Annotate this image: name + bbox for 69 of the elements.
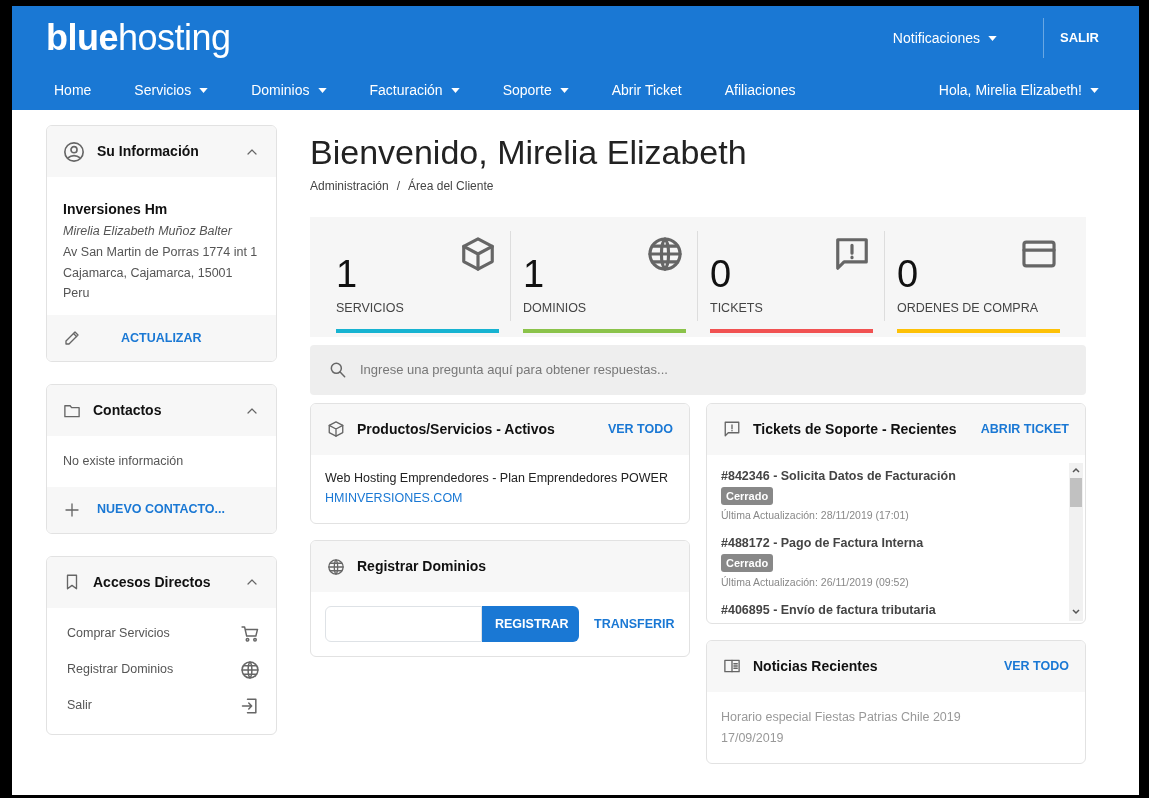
globe-icon	[327, 557, 345, 576]
user-icon	[63, 140, 85, 163]
address-line: Cajamarca, Cajamarca, 15001	[63, 264, 234, 282]
panel-title: Noticias Recientes	[753, 656, 879, 676]
update-link[interactable]: ACTUALIZAR	[121, 328, 202, 348]
search-field[interactable]: Ingrese una pregunta aquí para obtener respuestas...	[310, 344, 1086, 395]
nav-link[interactable]: Home	[54, 79, 92, 101]
stat-label: TICKETS	[710, 299, 764, 317]
notifications-menu[interactable]: Notificaciones	[892, 27, 997, 49]
panel-title: Contactos	[93, 401, 163, 420]
stat-count: 1	[523, 254, 546, 293]
panel-title: Registrar Dominios	[357, 557, 488, 577]
cart-icon	[240, 623, 260, 644]
stat-count: 1	[336, 254, 359, 293]
shortcut-link[interactable]: Salir	[47, 687, 276, 724]
address-line: Peru	[63, 285, 91, 303]
scrollbar[interactable]	[1069, 462, 1083, 621]
panel-title: Accesos Directos	[93, 572, 212, 592]
stat-count: 0	[897, 254, 920, 293]
news-link[interactable]: Horario especial Fiestas Patrias Chile 2019	[721, 707, 1071, 727]
status-badge: Cerrado	[721, 486, 774, 506]
cube-icon	[459, 234, 497, 273]
status-badge: Cerrado	[721, 553, 774, 573]
nav-link[interactable]: Afiliaciones	[724, 79, 796, 101]
address-line: Av San Martin de Porras 1774 int 1	[63, 243, 259, 261]
pencil-icon	[63, 329, 81, 347]
domain-link[interactable]: HMINVERSIONES.COM	[325, 488, 463, 508]
panel-title: Tickets de Soporte - Recientes	[753, 419, 958, 439]
cube-icon	[327, 420, 345, 439]
ticket-link[interactable]: #488172 - Pago de Factura Interna	[721, 533, 1071, 553]
contact-name: Mirelia Elizabeth Muñoz Balter	[63, 223, 234, 240]
user-menu[interactable]: Hola, Mirelia Elizabeth!	[938, 79, 1099, 101]
view-all-link[interactable]: VER TODO	[607, 419, 673, 439]
breadcrumb-separator: /	[396, 177, 401, 195]
page-title: Bienvenido, Mirelia Elizabeth	[310, 132, 748, 173]
domain-input[interactable]	[325, 606, 482, 643]
globe-icon	[240, 659, 260, 680]
view-all-link[interactable]: VER TODO	[1003, 656, 1069, 676]
ticket-updated: Última Actualización: 28/11/2019 (17:01)	[721, 508, 910, 524]
breadcrumb-link[interactable]: Administración	[310, 176, 389, 195]
register-button[interactable]: REGISTRAR	[482, 606, 579, 643]
empty-message: No existe información	[63, 453, 185, 470]
stat-label: DOMINIOS	[523, 299, 588, 317]
stat-label: SERVICIOS	[336, 299, 405, 317]
ticket-link[interactable]: #406895 - Envío de factura tributaria	[721, 600, 1071, 620]
stat-count: 0	[710, 254, 733, 293]
shortcut-link[interactable]: Comprar Servicios	[47, 615, 276, 652]
panel-title: Su Información	[97, 142, 200, 161]
stat-label: ORDENES DE COMPRA	[897, 299, 1039, 317]
ticket-updated: Última Actualización: 26/11/2019 (09:52)	[721, 575, 910, 591]
nav-link[interactable]: Facturación	[369, 79, 460, 101]
ticket-link[interactable]: #842346 - Solicita Datos de Facturación	[721, 466, 1071, 486]
bluehosting-logo[interactable]: bluehosting	[46, 20, 231, 56]
company-name: Inversiones Hm	[63, 200, 169, 219]
product-name: Web Hosting Emprendedores - Plan Emprendedores POWER	[325, 469, 669, 487]
panel-title: Productos/Servicios - Activos	[357, 419, 556, 439]
logout-link[interactable]: SALIR	[1060, 28, 1099, 48]
plus-icon	[63, 500, 81, 519]
nav-link[interactable]: Servicios	[134, 79, 209, 101]
nav-link[interactable]: Abrir Ticket	[611, 79, 682, 101]
shortcut-link[interactable]: Registrar Dominios	[47, 651, 276, 688]
open-ticket-link[interactable]: ABRIR TICKET	[980, 419, 1069, 439]
globe-icon	[646, 234, 684, 273]
nav-link[interactable]: Dominios	[251, 79, 327, 101]
news-date: 17/09/2019	[721, 729, 785, 747]
speech-bubble-icon	[723, 420, 741, 439]
breadcrumb-link[interactable]: Área del Cliente	[408, 176, 494, 195]
transfer-link[interactable]: TRANSFERIR	[594, 614, 675, 634]
nav-link[interactable]: Soporte	[502, 79, 569, 101]
